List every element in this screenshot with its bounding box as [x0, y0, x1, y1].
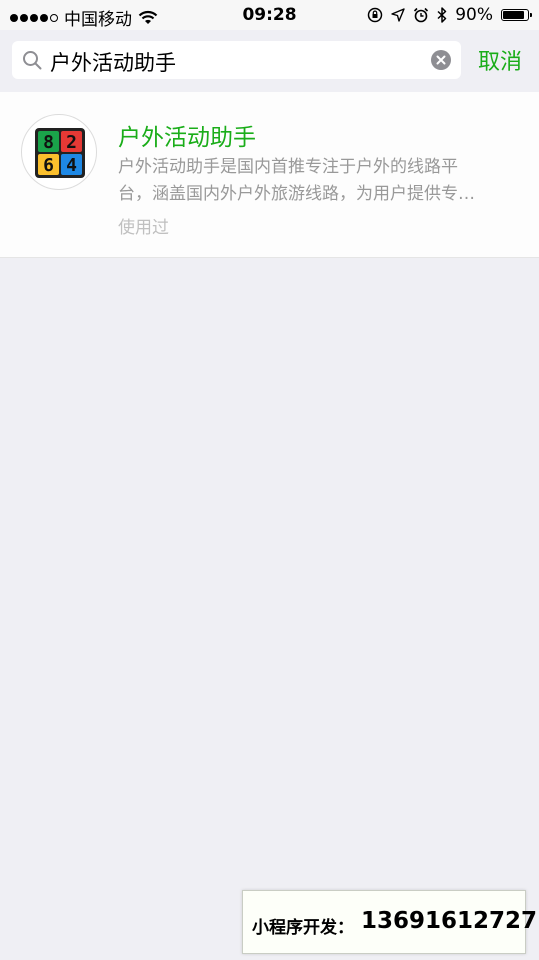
logo-digit: 4: [66, 155, 77, 176]
rotation-lock-icon: [367, 7, 383, 23]
search-query[interactable]: 户外活动助手: [50, 47, 176, 77]
app-logo-icon: 8 2 6 4: [21, 114, 97, 190]
result-title[interactable]: 户外活动助手: [118, 118, 256, 152]
logo-digit: 8: [43, 132, 54, 153]
logo-digit: 6: [43, 155, 54, 176]
result-description-line: 户外活动助手是国内首推专注于户外的线路平: [118, 157, 458, 177]
search-bar: 户外活动助手 取消: [0, 30, 539, 92]
clear-icon[interactable]: [431, 50, 451, 70]
contact-label: 小程序开发：: [252, 918, 354, 938]
status-bar: 中国移动 09:28 90%: [0, 0, 539, 30]
bluetooth-icon: [437, 7, 447, 23]
result-description-line: 台，涵盖国内外户外旅游线路，为用户提供专…: [118, 184, 475, 204]
logo-digit: 2: [66, 132, 77, 153]
status-right: 90%: [367, 5, 532, 25]
alarm-icon: [414, 7, 429, 23]
location-icon: [391, 8, 405, 22]
app-logo-graphic: 8 2 6 4: [35, 128, 85, 178]
battery-icon: [501, 9, 532, 21]
search-icon: [23, 51, 42, 70]
search-input[interactable]: 户外活动助手: [12, 41, 461, 79]
cancel-button[interactable]: 取消: [478, 44, 522, 76]
used-label: 使用过: [118, 218, 169, 238]
contact-phone: 13691612727: [361, 908, 538, 934]
battery-percentage: 90%: [455, 5, 493, 25]
contact-banner: 小程序开发： 13691612727: [242, 890, 537, 954]
search-result-item[interactable]: 8 2 6 4 户外活动助手 户外活动助手是国内首推专注于户外的线路平 台，涵盖…: [0, 92, 539, 258]
result-description: 户外活动助手是国内首推专注于户外的线路平 台，涵盖国内外户外旅游线路，为用户提供…: [118, 154, 514, 208]
battery-fill: [503, 11, 525, 19]
